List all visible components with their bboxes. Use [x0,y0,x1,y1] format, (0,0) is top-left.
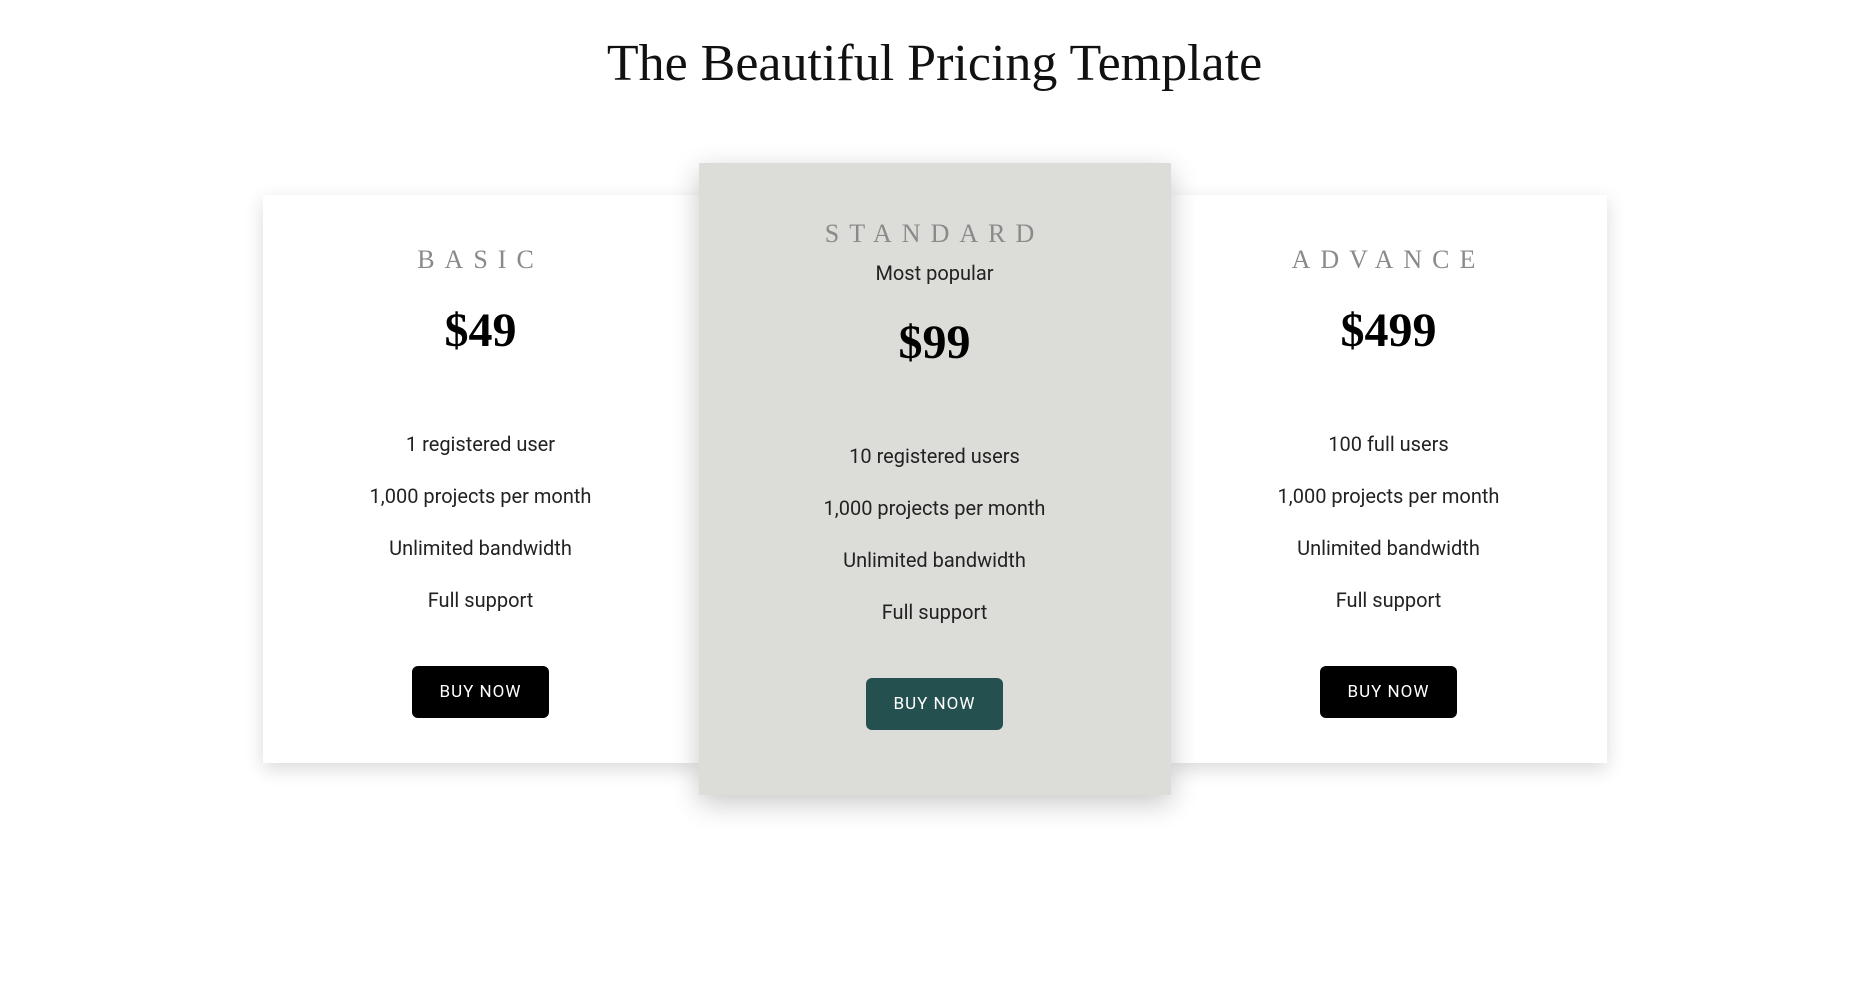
feature-item: Full support [293,574,669,626]
tier-price: $49 [293,303,669,358]
pricing-card-advance: ADVANCE $499 100 full users 1,000 projec… [1171,195,1607,763]
feature-item: 1 registered user [293,418,669,470]
pricing-cards: BASIC $49 1 registered user 1,000 projec… [0,163,1869,795]
tier-subtitle: Most popular [729,261,1141,285]
feature-item: 1,000 projects per month [729,482,1141,534]
tier-name: STANDARD [729,219,1141,249]
buy-now-button[interactable]: BUY NOW [866,678,1004,730]
feature-item: 1,000 projects per month [293,470,669,522]
feature-item: Full support [1201,574,1577,626]
feature-list: 1 registered user 1,000 projects per mon… [293,418,669,626]
buy-now-button[interactable]: BUY NOW [1320,666,1458,718]
buy-now-button[interactable]: BUY NOW [412,666,550,718]
feature-item: Unlimited bandwidth [293,522,669,574]
tier-price: $499 [1201,303,1577,358]
feature-item: Full support [729,586,1141,638]
feature-list: 10 registered users 1,000 projects per m… [729,430,1141,638]
feature-item: 100 full users [1201,418,1577,470]
tier-name: BASIC [293,245,669,275]
feature-item: Unlimited bandwidth [1201,522,1577,574]
feature-item: 1,000 projects per month [1201,470,1577,522]
pricing-card-standard: STANDARD Most popular $99 10 registered … [699,163,1171,795]
feature-item: 10 registered users [729,430,1141,482]
page-title: The Beautiful Pricing Template [0,34,1869,93]
pricing-card-basic: BASIC $49 1 registered user 1,000 projec… [263,195,699,763]
tier-name: ADVANCE [1201,245,1577,275]
feature-list: 100 full users 1,000 projects per month … [1201,418,1577,626]
tier-price: $99 [729,315,1141,370]
feature-item: Unlimited bandwidth [729,534,1141,586]
